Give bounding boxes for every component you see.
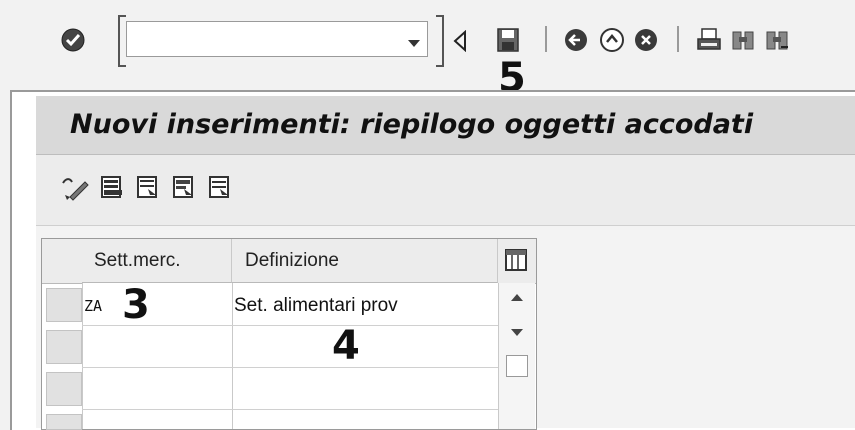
page-title: Nuovi inserimenti: riepilogo oggetti acc… [70, 109, 754, 140]
grid-line [82, 283, 83, 429]
print-icon[interactable] [696, 27, 722, 53]
command-field-frame [118, 15, 444, 67]
change-display-icon[interactable] [60, 175, 90, 201]
row-divider [82, 367, 498, 368]
dropdown-chevron-icon[interactable] [408, 40, 420, 47]
back-icon[interactable] [563, 27, 589, 53]
table-cell-definition[interactable]: Set. alimentari prov [234, 295, 398, 317]
table-settings-icon[interactable] [504, 248, 528, 272]
vertical-scrollbar[interactable] [498, 283, 535, 429]
select-block-icon[interactable] [136, 175, 160, 201]
details-icon[interactable] [208, 175, 232, 201]
annotation-number-3: 3 [122, 282, 150, 328]
table-cell-code[interactable]: ZA [84, 297, 102, 315]
find-next-icon[interactable] [764, 27, 790, 53]
exit-icon[interactable] [599, 27, 625, 53]
select-all-icon[interactable] [100, 175, 124, 201]
scroll-up-icon[interactable] [508, 291, 526, 303]
cancel-icon[interactable] [633, 27, 659, 53]
scroll-thumb[interactable] [506, 355, 528, 377]
enter-check-icon[interactable] [60, 27, 86, 53]
grid-line [232, 283, 233, 429]
command-field[interactable] [126, 21, 428, 57]
row-selector-header[interactable] [42, 239, 83, 284]
deselect-all-icon[interactable] [172, 175, 196, 201]
system-toolbar: 5 [0, 0, 855, 98]
annotation-number-4: 4 [332, 323, 360, 369]
column-header-definizione[interactable]: Definizione [232, 239, 498, 283]
collapse-triangle-icon[interactable] [452, 30, 468, 52]
row-selector[interactable] [46, 372, 82, 406]
toolbar-separator [677, 26, 679, 52]
save-icon[interactable] [496, 27, 520, 53]
scroll-down-icon[interactable] [508, 327, 526, 339]
toolbar-separator [545, 26, 547, 52]
row-divider [82, 409, 498, 410]
row-selector[interactable] [46, 330, 82, 364]
column-header-sett-merc[interactable]: Sett.merc. [82, 239, 232, 283]
row-divider [82, 325, 498, 326]
row-selector[interactable] [46, 288, 82, 322]
find-icon[interactable] [730, 27, 756, 53]
table-control: Sett.merc. Definizione ZA Set. alimentar… [41, 238, 537, 430]
application-toolbar [36, 155, 855, 226]
